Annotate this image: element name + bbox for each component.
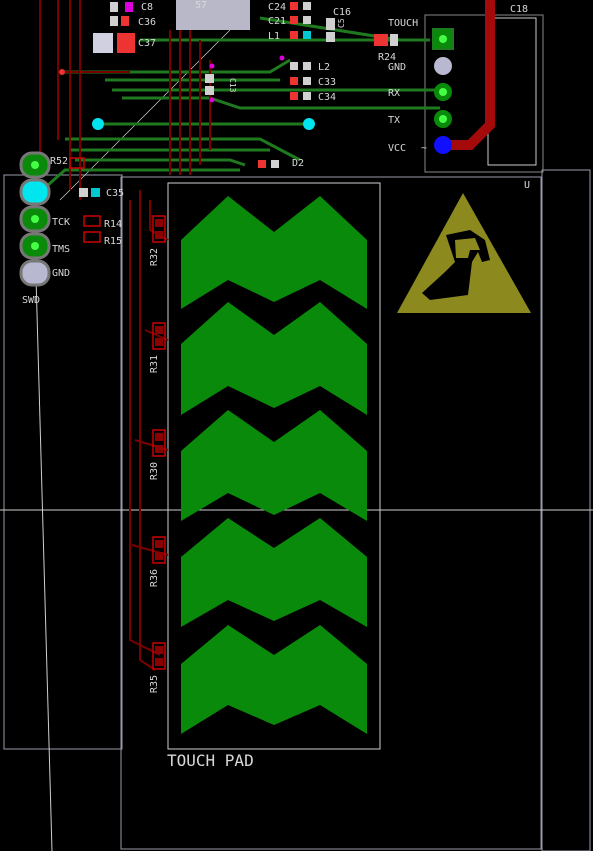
label-tx: TX: [388, 115, 400, 126]
touch-pad-label: TOUCH PAD: [167, 751, 254, 770]
label-r14: R14: [104, 219, 122, 230]
label-c33: C33: [318, 77, 336, 88]
label-r31: R31: [149, 355, 160, 373]
touch-resistors[interactable]: [152, 215, 166, 670]
label-d2: D2: [292, 158, 304, 169]
label-swd: SWD: [22, 295, 40, 306]
label-gnd-swd: GND: [52, 268, 70, 279]
label-c34: C34: [318, 92, 336, 103]
label-touch: TOUCH: [388, 18, 418, 29]
label-tilde: ~: [421, 143, 427, 154]
label-r24: R24: [378, 52, 396, 63]
label-c35: C35: [106, 188, 124, 199]
label-r52: R52: [50, 156, 68, 167]
connector-pads[interactable]: [432, 28, 454, 154]
label-c13: C13: [228, 78, 237, 93]
label-c8: C8: [141, 2, 153, 13]
touch-pad-electrodes[interactable]: [181, 196, 367, 734]
label-r30: R30: [149, 462, 160, 480]
label-c37: C37: [138, 38, 156, 49]
label-l2: L2: [318, 62, 330, 73]
label-tck: TCK: [52, 217, 70, 228]
label-r32: R32: [149, 248, 160, 266]
label-rx: RX: [388, 88, 400, 99]
label-c21: C21: [268, 16, 286, 27]
label-r35: R35: [149, 675, 160, 693]
label-gnd-top: GND: [388, 62, 406, 73]
label-c16: C16: [333, 7, 351, 18]
label-ic-mark: 57: [195, 0, 207, 11]
label-c5: C5: [337, 18, 346, 28]
label-vcc: VCC: [388, 143, 406, 154]
label-tms: TMS: [52, 244, 70, 255]
label-l1: L1: [268, 31, 280, 42]
esd-warning-icon: [397, 193, 531, 313]
swd-pads[interactable]: [19, 151, 51, 287]
pcb-layout-canvas[interactable]: R32 R31 R30 R36 R35 TOUCH PAD TOUCH GND …: [0, 0, 593, 851]
vcc-power-trace: [445, 0, 495, 150]
label-u: U: [524, 180, 530, 191]
label-c24: C24: [268, 2, 286, 13]
label-r15: R15: [104, 236, 122, 247]
touch-resistor-labels: R32 R31 R30 R36 R35: [149, 248, 160, 693]
label-c18: C18: [510, 4, 528, 15]
label-r36: R36: [149, 569, 160, 587]
label-c36: C36: [138, 17, 156, 28]
